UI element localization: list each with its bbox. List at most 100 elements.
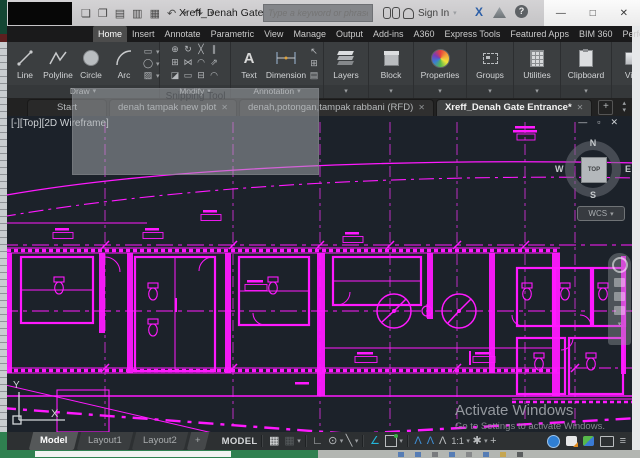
copy-icon[interactable]: ⊞	[169, 57, 181, 68]
snap-mode-icon[interactable]: ▦	[284, 432, 294, 450]
explode-icon[interactable]: ◠	[208, 70, 220, 81]
tab-performance[interactable]: Performance	[617, 26, 640, 42]
viewcube-west[interactable]: W	[555, 164, 564, 174]
pan-icon[interactable]	[614, 278, 625, 287]
orbit-icon[interactable]	[614, 306, 625, 315]
offset-icon[interactable]: ∥	[208, 44, 220, 55]
view-panel-expander[interactable]: ▾	[612, 85, 632, 98]
new-icon[interactable]: ❏	[81, 7, 91, 20]
properties-panel-expander[interactable]: ▾	[414, 85, 466, 98]
workspace-caret-icon[interactable]: ▾	[484, 437, 488, 445]
clipboard-panel-expander[interactable]: ▾	[561, 85, 611, 98]
ellipse-icon[interactable]: ◯	[142, 58, 154, 69]
close-tab-icon[interactable]: ✕	[418, 100, 425, 116]
close-button[interactable]: ✕	[620, 8, 628, 19]
utilities-button[interactable]: Utilities	[521, 47, 552, 80]
a360-icon[interactable]	[493, 7, 506, 18]
table-icon[interactable]: ⊞	[308, 58, 320, 69]
doc-minimize-button[interactable]: —	[578, 117, 587, 128]
maximize-button[interactable]: □	[590, 8, 596, 19]
text-button[interactable]: A Text	[234, 47, 264, 80]
navbar-caret-icon[interactable]: ▾	[618, 320, 622, 328]
markup-icon[interactable]: ▤	[308, 70, 320, 81]
snap-caret-icon[interactable]: ▾	[297, 437, 301, 445]
ortho-icon[interactable]: ∟	[312, 432, 323, 450]
scale-value[interactable]: 1:1	[451, 432, 464, 450]
viewcube-top-face[interactable]: TOP	[581, 157, 607, 183]
circle-button[interactable]: Circle	[76, 47, 106, 80]
tab-view[interactable]: View	[259, 26, 288, 42]
tab-a360[interactable]: A360	[409, 26, 440, 42]
osnap-tracking-icon[interactable]: ∠	[370, 432, 380, 450]
application-menu-button[interactable]	[8, 2, 72, 25]
tab-addins[interactable]: Add-ins	[368, 26, 409, 42]
layout-tab-model[interactable]: Model	[29, 432, 79, 450]
tab-home[interactable]: Home	[93, 26, 127, 42]
block-button[interactable]: Block	[376, 47, 406, 80]
layers-button[interactable]: Layers	[331, 47, 361, 80]
erase-icon[interactable]: ◪	[169, 70, 181, 81]
model-space-toggle[interactable]: MODEL	[222, 436, 258, 447]
scale-caret-icon[interactable]: ▾	[466, 437, 470, 445]
ribbon-toggle-icon[interactable]: ▴▾	[622, 100, 626, 114]
tab-insert[interactable]: Insert	[127, 26, 160, 42]
new-drawing-button[interactable]: +	[598, 100, 613, 115]
file-tab-xreff-denah-gate[interactable]: Xreff_Denah Gate Entrance* ✕	[436, 99, 592, 116]
dimension-button[interactable]: Dimension	[267, 47, 305, 80]
layout-tab-layout2[interactable]: Layout2	[132, 432, 188, 450]
viewcube-south[interactable]: S	[590, 190, 596, 200]
search-icon[interactable]	[383, 7, 400, 19]
open-icon[interactable]: ❐	[98, 7, 108, 20]
properties-button[interactable]: Properties	[419, 47, 462, 80]
layers-panel-expander[interactable]: ▾	[324, 85, 368, 98]
navigation-wheel-icon[interactable]	[612, 257, 628, 273]
print-icon[interactable]: ▦	[150, 7, 160, 20]
object-snap-icon[interactable]	[385, 435, 397, 447]
block-panel-expander[interactable]: ▾	[369, 85, 413, 98]
undo-icon[interactable]: ↶	[167, 7, 176, 20]
groups-button[interactable]: Groups	[474, 47, 506, 80]
annotation-monitor-icon[interactable]: +	[490, 432, 496, 450]
viewcube[interactable]: N S W E TOP	[565, 141, 621, 197]
customization-icon[interactable]: ≡	[620, 432, 626, 450]
hardware-acceleration-icon[interactable]	[583, 436, 594, 446]
scale-icon[interactable]: ▭	[182, 70, 194, 81]
tab-annotate[interactable]: Annotate	[160, 26, 206, 42]
view-button[interactable]: View	[619, 47, 632, 80]
close-tab-icon[interactable]: ✕	[577, 100, 584, 116]
exchange-apps-icon[interactable]: X	[475, 5, 483, 19]
save-icon[interactable]: ▤	[115, 7, 125, 20]
save-as-icon[interactable]: ▥	[132, 7, 142, 20]
grid-display-icon[interactable]: ▦	[269, 432, 279, 450]
isoplane-caret-icon[interactable]: ▾	[355, 437, 359, 445]
viewcube-east[interactable]: E	[625, 164, 631, 174]
tab-bim360[interactable]: BIM 360	[574, 26, 618, 42]
osnap-caret-icon[interactable]: ▾	[399, 437, 403, 445]
doc-restore-button[interactable]: ▫	[597, 117, 600, 128]
tab-parametric[interactable]: Parametric	[206, 26, 260, 42]
line-button[interactable]: Line	[10, 47, 40, 80]
isolate-objects-icon[interactable]	[566, 436, 577, 446]
tab-manage[interactable]: Manage	[288, 26, 331, 42]
tab-express-tools[interactable]: Express Tools	[440, 26, 506, 42]
isoplane-icon[interactable]: ╲	[346, 432, 353, 450]
rotate-icon[interactable]: ↻	[182, 44, 194, 55]
polyline-button[interactable]: Polyline	[43, 47, 73, 80]
arc-button[interactable]: Arc	[109, 47, 139, 80]
wcs-selector[interactable]: WCS▾	[577, 206, 625, 221]
annotation-scale-icon[interactable]: Λ	[439, 432, 446, 450]
viewcube-north[interactable]: N	[590, 138, 597, 148]
help-icon[interactable]: ?	[515, 5, 528, 18]
groups-panel-expander[interactable]: ▾	[467, 85, 513, 98]
navigation-bar[interactable]: ▾	[608, 253, 631, 345]
layout-tab-layout1[interactable]: Layout1	[77, 432, 133, 450]
mirror-icon[interactable]: ⋈	[182, 57, 194, 68]
annotation-visibility-icon[interactable]: Λ	[414, 432, 421, 450]
snipping-tool-overlay[interactable]: Snipping Tool	[72, 88, 319, 175]
zoom-icon[interactable]	[614, 292, 625, 301]
hatch-icon[interactable]: ▨	[142, 70, 154, 81]
performance-icon[interactable]	[547, 435, 560, 448]
tab-output[interactable]: Output	[331, 26, 368, 42]
clipboard-button[interactable]: Clipboard	[566, 47, 606, 80]
clean-screen-icon[interactable]	[600, 436, 614, 447]
